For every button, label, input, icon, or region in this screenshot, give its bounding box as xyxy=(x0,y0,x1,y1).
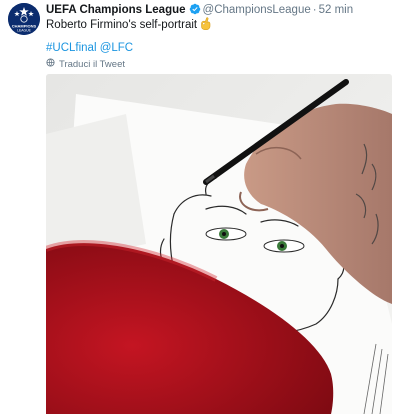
svg-text:LEAGUE: LEAGUE xyxy=(17,29,31,33)
mention-link[interactable]: @LFC xyxy=(100,42,133,54)
verified-badge-icon xyxy=(189,3,201,18)
tweet-text-content: Roberto Firmino's self-portrait xyxy=(46,19,198,31)
tweet-text: Roberto Firmino's self-portrait xyxy=(46,17,211,35)
author-name[interactable]: UEFA Champions League xyxy=(46,4,186,16)
tweet: CHAMPIONS LEAGUE UEFA Champions League @C… xyxy=(0,0,401,414)
hashtag-link[interactable]: #UCLfinal xyxy=(46,42,97,54)
video-frame-drawing xyxy=(46,74,392,414)
tweet-time[interactable]: 52 min xyxy=(319,4,354,16)
ok-hand-emoji-icon xyxy=(199,17,211,35)
globe-icon xyxy=(46,58,55,72)
translate-label: Traduci il Tweet xyxy=(59,59,125,70)
champions-league-logo-icon: CHAMPIONS LEAGUE xyxy=(8,3,40,35)
author-handle[interactable]: @ChampionsLeague xyxy=(203,4,311,16)
tweet-tags: #UCLfinal @LFC xyxy=(46,40,133,56)
tweet-media-video[interactable] xyxy=(46,74,392,414)
translate-tweet-link[interactable]: Traduci il Tweet xyxy=(46,58,125,72)
tweet-header: UEFA Champions League @ChampionsLeague · 52… xyxy=(46,2,395,18)
separator: · xyxy=(312,4,317,16)
avatar[interactable]: CHAMPIONS LEAGUE xyxy=(8,3,40,35)
